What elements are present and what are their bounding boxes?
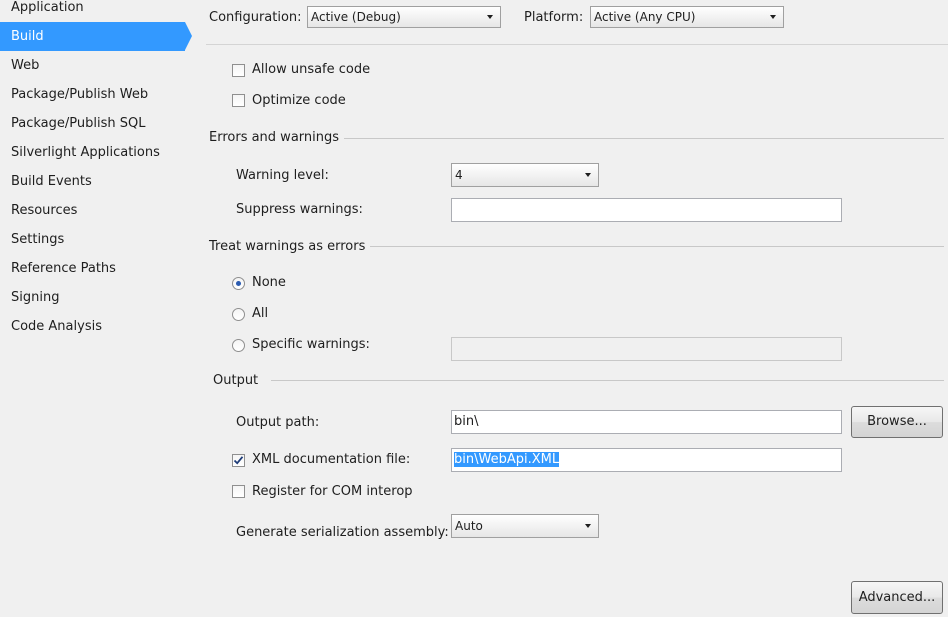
browse-button[interactable]: Browse... bbox=[851, 406, 943, 438]
group-divider bbox=[344, 138, 944, 139]
radio-specific-warnings-label: Specific warnings: bbox=[252, 337, 370, 352]
sidebar-item-application[interactable]: Application bbox=[0, 0, 185, 22]
platform-dropdown[interactable]: Active (Any CPU) bbox=[590, 6, 784, 28]
sidebar-item-build-events[interactable]: Build Events bbox=[0, 167, 185, 196]
radio-none-label: None bbox=[252, 275, 286, 290]
radio-specific-warnings[interactable] bbox=[232, 339, 245, 352]
chevron-down-icon bbox=[585, 524, 591, 528]
warning-level-value: 4 bbox=[455, 168, 463, 182]
xml-doc-input[interactable]: bin\WebApi.XML bbox=[451, 448, 842, 472]
allow-unsafe-label: Allow unsafe code bbox=[252, 62, 371, 77]
sidebar-item-silverlight-applications[interactable]: Silverlight Applications bbox=[0, 138, 185, 167]
sidebar-item-signing[interactable]: Signing bbox=[0, 283, 185, 312]
configuration-value: Active (Debug) bbox=[311, 10, 401, 24]
treat-warnings-group-title: Treat warnings as errors bbox=[209, 239, 366, 254]
specific-warnings-input[interactable] bbox=[451, 337, 842, 361]
suppress-warnings-label: Suppress warnings: bbox=[236, 202, 363, 217]
xml-doc-selected-text: bin\WebApi.XML bbox=[454, 452, 560, 467]
sidebar-item-settings[interactable]: Settings bbox=[0, 225, 185, 254]
chevron-down-icon bbox=[487, 15, 493, 19]
output-path-input[interactable]: bin\ bbox=[451, 410, 842, 434]
sidebar: Application Build Web Package/Publish We… bbox=[0, 0, 195, 617]
com-interop-checkbox[interactable] bbox=[232, 485, 245, 498]
group-divider bbox=[370, 246, 944, 247]
xml-doc-checkbox[interactable] bbox=[232, 454, 245, 467]
platform-label: Platform: bbox=[524, 10, 584, 25]
header-separator bbox=[206, 44, 948, 45]
radio-all[interactable] bbox=[232, 308, 245, 321]
sidebar-item-package-publish-sql[interactable]: Package/Publish SQL bbox=[0, 109, 185, 138]
sidebar-item-code-analysis[interactable]: Code Analysis bbox=[0, 312, 185, 341]
output-group-title: Output bbox=[213, 373, 259, 388]
sidebar-item-web[interactable]: Web bbox=[0, 51, 185, 80]
optimize-label: Optimize code bbox=[252, 93, 346, 108]
sidebar-item-resources[interactable]: Resources bbox=[0, 196, 185, 225]
chevron-down-icon bbox=[770, 15, 776, 19]
radio-selected-dot bbox=[236, 281, 241, 286]
radio-none[interactable] bbox=[232, 277, 245, 290]
sidebar-item-build[interactable]: Build bbox=[0, 22, 185, 51]
platform-value: Active (Any CPU) bbox=[594, 10, 696, 24]
errors-warnings-group-title: Errors and warnings bbox=[209, 130, 340, 145]
check-icon bbox=[233, 456, 244, 465]
configuration-label: Configuration: bbox=[209, 10, 302, 25]
suppress-warnings-input[interactable] bbox=[451, 198, 842, 222]
sidebar-item-package-publish-web[interactable]: Package/Publish Web bbox=[0, 80, 185, 109]
warning-level-label: Warning level: bbox=[236, 168, 329, 183]
com-interop-label: Register for COM interop bbox=[252, 484, 413, 499]
serialization-value: Auto bbox=[455, 519, 483, 533]
xml-doc-label: XML documentation file: bbox=[252, 452, 411, 467]
group-divider bbox=[271, 380, 944, 381]
radio-all-label: All bbox=[252, 306, 269, 321]
chevron-down-icon bbox=[585, 173, 591, 177]
advanced-button[interactable]: Advanced... bbox=[851, 581, 943, 614]
optimize-checkbox[interactable] bbox=[232, 94, 245, 107]
allow-unsafe-checkbox[interactable] bbox=[232, 64, 245, 77]
sidebar-item-reference-paths[interactable]: Reference Paths bbox=[0, 254, 185, 283]
output-path-label: Output path: bbox=[236, 415, 320, 430]
configuration-dropdown[interactable]: Active (Debug) bbox=[307, 6, 501, 28]
warning-level-dropdown[interactable]: 4 bbox=[451, 163, 599, 187]
serialization-label: Generate serialization assembly: bbox=[236, 525, 449, 540]
selection-arrow-icon bbox=[185, 22, 192, 50]
serialization-dropdown[interactable]: Auto bbox=[451, 514, 599, 538]
